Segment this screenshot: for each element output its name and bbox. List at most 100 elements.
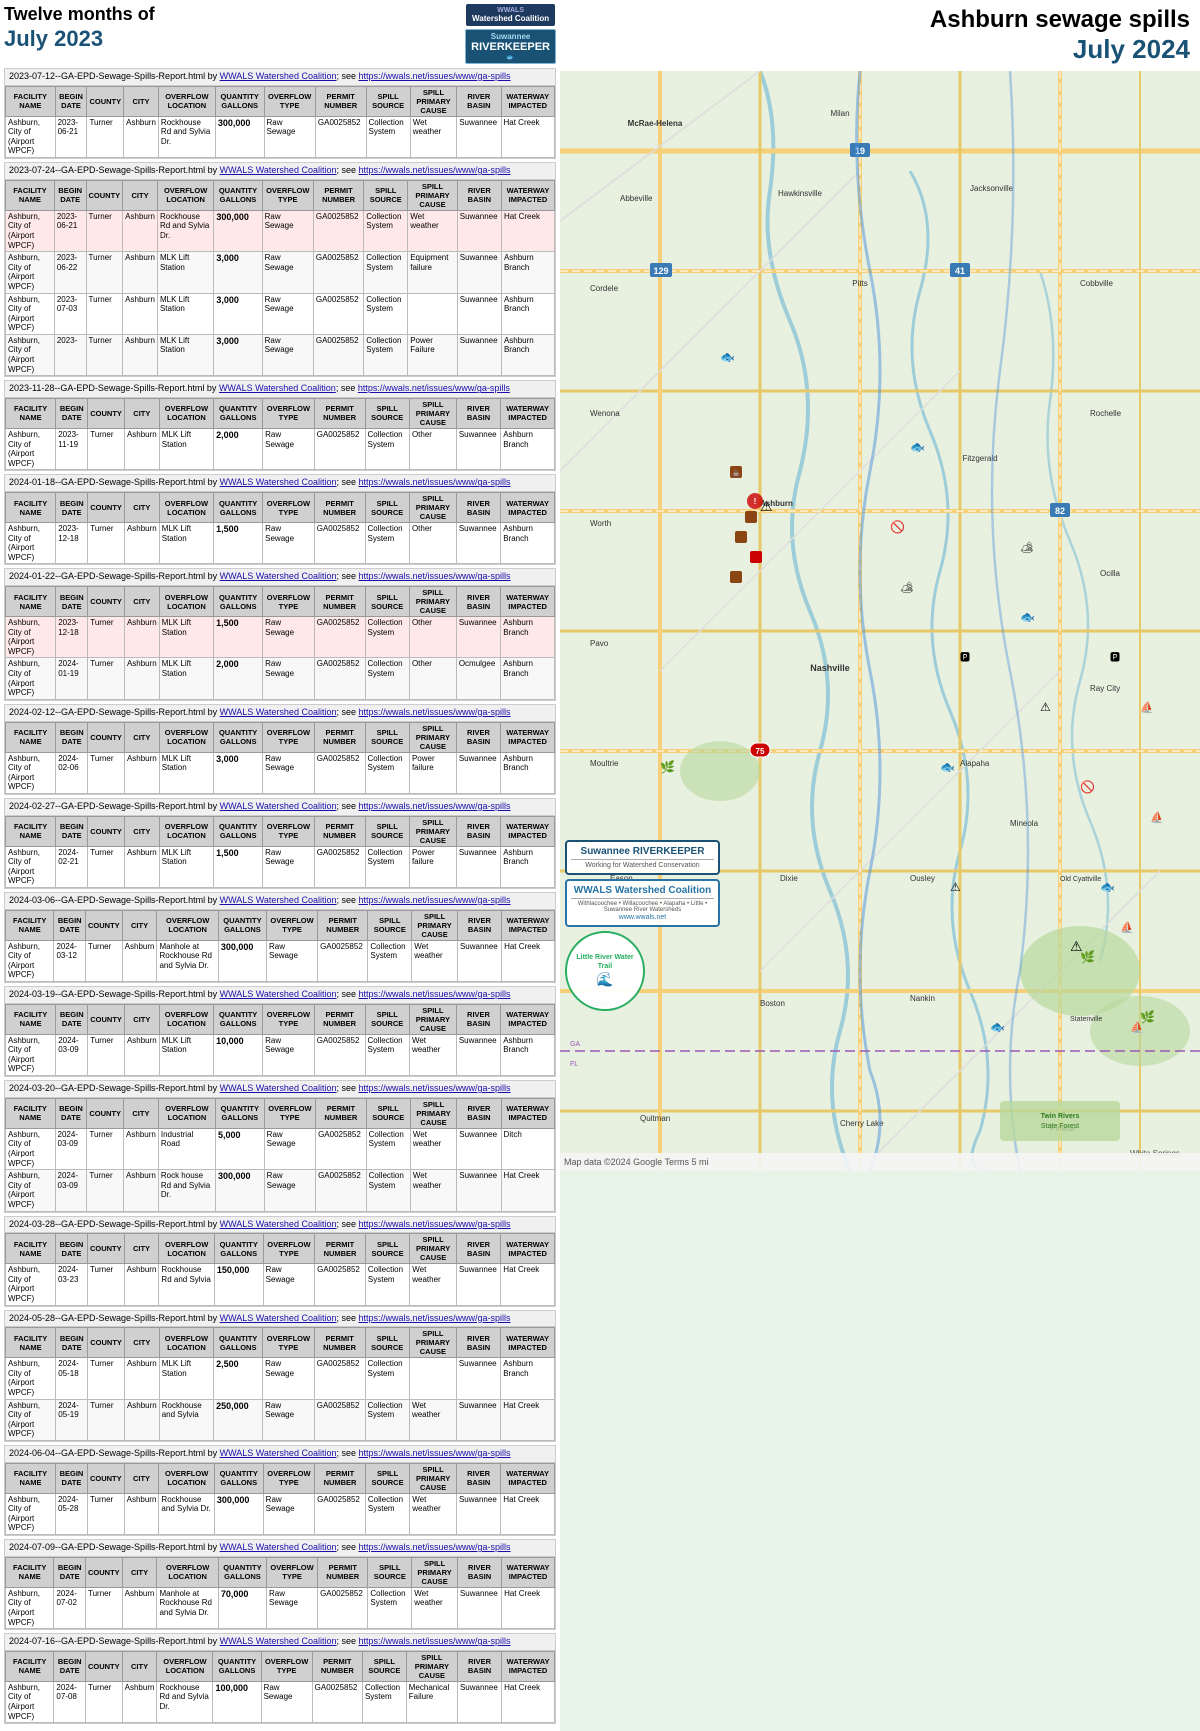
cell-city: Ashburn [122,1681,157,1722]
col-header-permit: PERMIT NUMBER [314,493,365,523]
report-see-link[interactable]: https://wwals.net/issues/www/ga-spills [358,571,510,581]
report-header: 2024-01-18--GA-EPD-Sewage-Spills-Report.… [5,475,555,492]
report-by-link[interactable]: WWALS Watershed Coalition [220,1083,337,1093]
col-header-source: SPILL SOURCE [364,180,408,210]
report-see-link[interactable]: https://wwals.net/issues/www/ga-spills [358,71,510,81]
col-header-begin: BEGIN DATE [56,722,88,752]
report-see-link[interactable]: https://wwals.net/issues/www/ga-spills [358,1219,510,1229]
col-header-gallons: QUANTITY GALLONS [214,587,263,617]
col-header-permit: PERMIT NUMBER [314,816,365,846]
cell-county: Turner [86,1587,123,1628]
report-by-link[interactable]: WWALS Watershed Coalition [220,477,337,487]
cell-primary_cause: Wet weather [410,116,456,157]
col-header-primary_cause: SPILL PRIMARY CAUSE [410,86,456,116]
report-section-r12: 2024-05-28--GA-EPD-Sewage-Spills-Report.… [4,1310,556,1442]
report-see-link[interactable]: https://wwals.net/issues/www/ga-spills [358,989,510,999]
cell-location: Rockhouse Rd and Sylvia Dr. [158,116,215,157]
report-see-link[interactable]: https://wwals.net/issues/www/ga-spills [358,1313,510,1323]
report-by-link[interactable]: WWALS Watershed Coalition [220,571,337,581]
table-row: Ashburn, City of (Airport WPCF)2023-12-1… [6,617,555,658]
cell-location: MLK Lift Station [157,293,213,334]
col-header-waterway: WATERWAY IMPACTED [501,180,554,210]
cell-source: Collection System [366,1170,410,1211]
report-see-link[interactable]: https://wwals.net/issues/www/ga-spills [358,1448,510,1458]
report-by-link[interactable]: WWALS Watershed Coalition [220,707,337,717]
cell-begin: 2024-01-19 [56,658,88,699]
cell-permit: GA0025852 [312,1681,362,1722]
report-date-label: 2024-07-16--GA-EPD-Sewage-Spills-Report.… [9,1636,205,1646]
report-see-link[interactable]: https://wwals.net/issues/www/ga-spills [358,1542,510,1552]
report-by-link[interactable]: WWALS Watershed Coalition [220,1636,337,1646]
cell-overflow_type: Raw Sewage [262,210,313,251]
right-panel: Ashburn sewage spills July 2024 [560,0,1200,1731]
report-see-link[interactable]: https://wwals.net/issues/www/ga-spills [358,1636,510,1646]
cell-county: Turner [88,523,125,564]
cell-facility: Ashburn, City of (Airport WPCF) [6,617,56,658]
wwals-logo-title: WWALS Watershed Coalition [571,885,714,899]
cell-source: Collection System [365,1358,409,1399]
report-see-link[interactable]: https://wwals.net/issues/www/ga-spills [358,165,510,175]
report-by-link[interactable]: WWALS Watershed Coalition [220,71,337,81]
cell-waterway: Ditch [501,1128,554,1169]
cell-city: Ashburn [124,428,159,469]
cell-county: Turner [87,1170,124,1211]
col-header-primary_cause: SPILL PRIMARY CAUSE [409,722,456,752]
report-see-link[interactable]: https://wwals.net/issues/www/ga-spills [358,801,510,811]
svg-text:Ocilla: Ocilla [1100,569,1121,578]
page-container: Twelve months of July 2023 WWALS Watersh… [0,0,1200,1731]
report-see-link[interactable]: https://wwals.net/issues/www/ga-spills [358,477,510,487]
cell-river: Ocmulgee [456,658,500,699]
rk-logo-title: Suwannee RIVERKEEPER [571,846,714,860]
cell-gallons: 5,000 [216,1128,265,1169]
cell-source: Collection System [364,252,408,293]
col-header-river: RIVER BASIN [457,86,501,116]
report-by-link[interactable]: WWALS Watershed Coalition [220,1219,337,1229]
col-header-source: SPILL SOURCE [365,1328,409,1358]
cell-primary_cause: Wet weather [410,1264,457,1305]
report-date-label: 2024-03-28--GA-EPD-Sewage-Spills-Report.… [9,1219,205,1229]
report-by-link[interactable]: WWALS Watershed Coalition [220,165,337,175]
report-header: 2024-03-06--GA-EPD-Sewage-Spills-Report.… [5,893,555,910]
col-header-overflow_type: OVERFLOW TYPE [264,1098,315,1128]
cell-river: Suwannee [456,846,500,887]
svg-text:Nankin: Nankin [910,994,935,1003]
report-see-link[interactable]: https://wwals.net/issues/www/ga-spills [358,707,510,717]
report-header: 2024-02-27--GA-EPD-Sewage-Spills-Report.… [5,799,555,816]
col-header-facility: FACILITY NAME [6,86,56,116]
svg-text:Quitman: Quitman [640,1114,670,1123]
col-header-source: SPILL SOURCE [365,816,409,846]
report-by-link[interactable]: WWALS Watershed Coalition [220,1313,337,1323]
col-header-permit: PERMIT NUMBER [314,398,365,428]
svg-text:🐟: 🐟 [910,440,925,454]
report-by-link[interactable]: WWALS Watershed Coalition [219,383,336,393]
svg-text:🐟: 🐟 [720,350,735,364]
cell-primary_cause: Other [409,617,456,658]
cell-overflow_type: Raw Sewage [264,116,315,157]
col-header-source: SPILL SOURCE [366,86,410,116]
col-header-begin: BEGIN DATE [54,910,86,940]
map-container: 19 41 82 McRae-Helena Milan Abbeville Ha… [560,71,1200,1171]
report-see-link[interactable]: https://wwals.net/issues/www/ga-spills [358,383,510,393]
col-header-waterway: WATERWAY IMPACTED [501,1328,555,1358]
report-see-link[interactable]: https://wwals.net/issues/www/ga-spills [358,1083,510,1093]
cell-facility: Ashburn, City of (Airport WPCF) [6,1034,56,1075]
col-header-overflow_type: OVERFLOW TYPE [263,722,315,752]
cell-county: Turner [86,252,123,293]
cell-begin: 2023-11-19 [56,428,88,469]
table-row: Ashburn, City of (Airport WPCF)2023-12-1… [6,523,555,564]
col-header-primary_cause: SPILL PRIMARY CAUSE [412,1557,458,1587]
cell-location: Rockhouse Rd and Sylvia Dr. [157,210,213,251]
col-header-river: RIVER BASIN [456,398,500,428]
report-by-link[interactable]: WWALS Watershed Coalition [220,989,337,999]
spill-table: FACILITY NAMEBEGIN DATECOUNTYCITYOVERFLO… [5,1463,555,1535]
cell-overflow_type: Raw Sewage [263,658,315,699]
report-by-link[interactable]: WWALS Watershed Coalition [220,895,337,905]
report-by-link[interactable]: WWALS Watershed Coalition [220,1542,337,1552]
report-by-link[interactable]: WWALS Watershed Coalition [220,801,337,811]
report-section-r11: 2024-03-28--GA-EPD-Sewage-Spills-Report.… [4,1216,556,1307]
report-date-label: 2024-01-18--GA-EPD-Sewage-Spills-Report.… [9,477,205,487]
report-see-link[interactable]: https://wwals.net/issues/www/ga-spills [358,895,510,905]
report-by-link[interactable]: WWALS Watershed Coalition [220,1448,337,1458]
col-header-city: CITY [124,86,159,116]
svg-text:🐟: 🐟 [1100,880,1115,894]
